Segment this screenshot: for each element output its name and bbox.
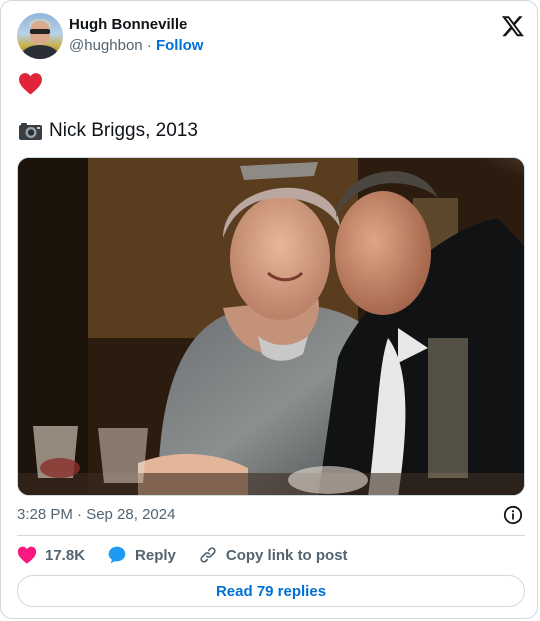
caption-text: Nick Briggs, 2013 [49,120,198,141]
copy-link-label: Copy link to post [225,546,348,564]
author-handle-row: @hughbon · Follow [69,37,203,54]
link-icon [200,547,216,563]
read-replies-button[interactable]: Read 79 replies [17,575,525,607]
post-photo-image [18,158,524,495]
like-count: 17.8K [45,546,86,564]
heart-icon [19,73,42,95]
reply-button[interactable]: Reply [107,545,176,565]
like-heart-icon [17,546,37,564]
avatar[interactable] [17,13,63,59]
divider [17,535,525,536]
reply-label: Reply [135,546,176,564]
post-photo[interactable] [17,157,525,496]
post-emoji-line [18,72,43,100]
author-handle[interactable]: @hughbon [69,37,143,54]
x-logo-icon[interactable] [501,14,525,38]
post-timestamp[interactable]: 3:28 PM · Sep 28, 2024 [17,506,175,523]
embedded-post-card: Hugh Bonneville @hughbon · Follow Nick B… [0,0,538,619]
post-actions: 17.8K Reply Copy link to post [17,544,370,566]
reply-bubble-icon [108,546,126,564]
post-caption: Nick Briggs, 2013 [18,120,198,142]
author-name[interactable]: Hugh Bonneville [69,16,187,33]
follow-button[interactable]: Follow [156,37,204,54]
like-button[interactable]: 17.8K [17,545,85,565]
copy-link-button[interactable]: Copy link to post [198,545,348,565]
info-icon[interactable] [503,505,523,525]
handle-separator: · [146,37,152,54]
camera-icon [19,123,42,140]
